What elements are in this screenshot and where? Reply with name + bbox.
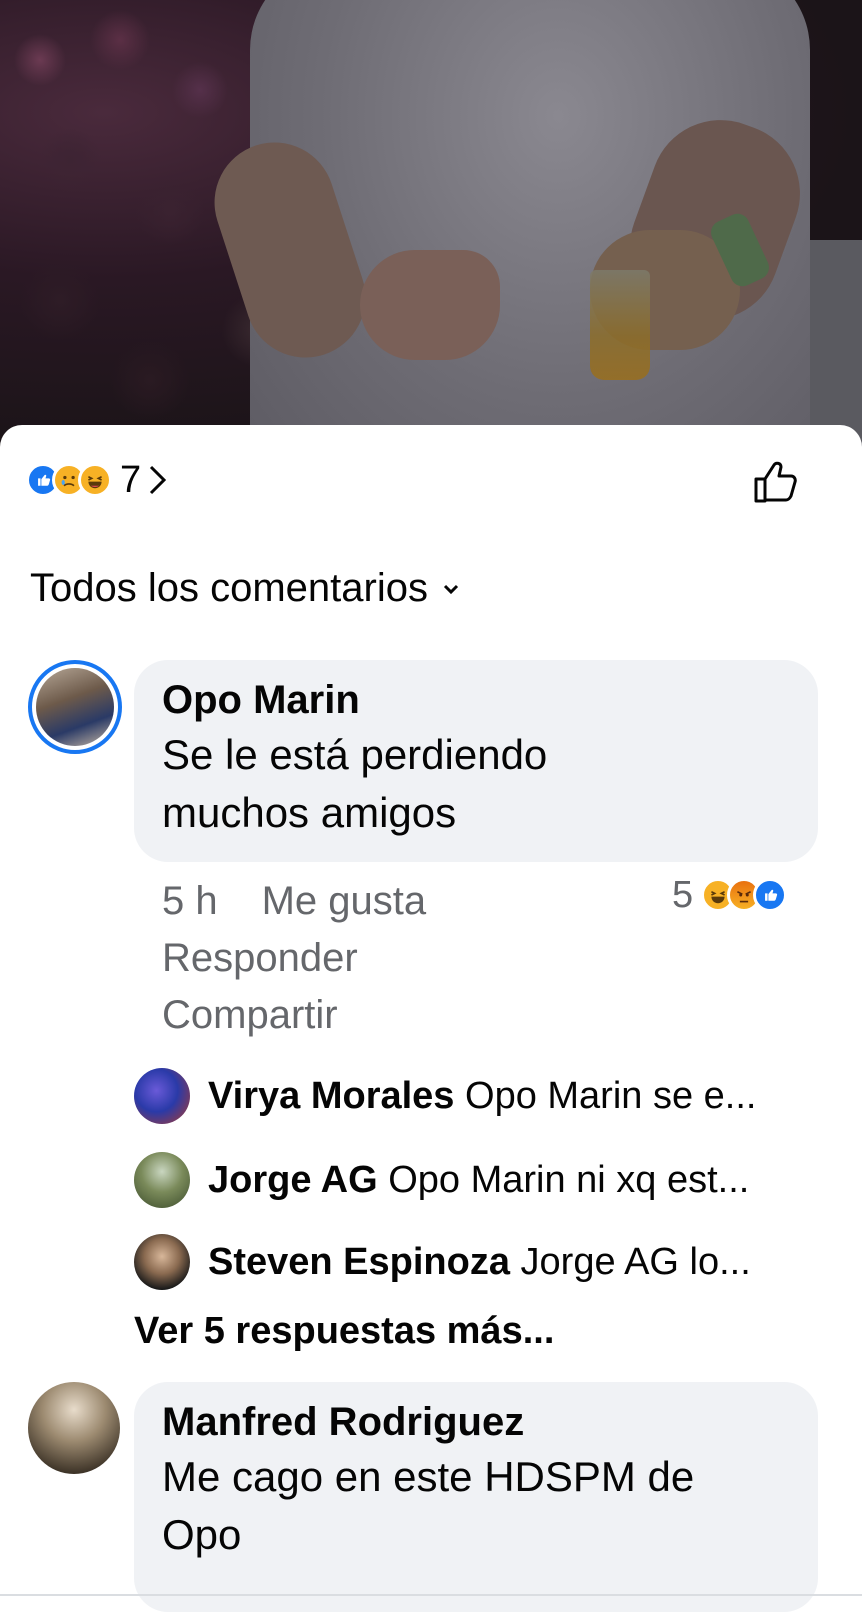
comment-bubble[interactable]: Manfred Rodriguez Me cago en este HDSPM … [134,1382,818,1612]
avatar-jorge-ag[interactable] [134,1152,190,1208]
comment-text-line: Se le está perdiendo [162,731,548,778]
reply-button[interactable]: Responder [162,930,470,987]
like-comment-button[interactable]: Me gusta [262,879,427,923]
reply-preview[interactable]: Steven Espinoza Jorge AG lo... [134,1234,824,1290]
comment-bubble[interactable]: Opo Marin Se le está perdiendo muchos am… [134,660,818,862]
person-left-hand [360,250,500,360]
reply-snippet: Jorge AG lo... [520,1240,751,1283]
avatar-virya-morales[interactable] [134,1068,190,1124]
reply-text: Steven Espinoza Jorge AG lo... [208,1241,814,1284]
comment-text-line: muchos amigos [162,789,457,836]
comment-author[interactable]: Opo Marin [162,674,790,726]
like-button-icon[interactable] [748,455,802,509]
reply-author[interactable]: Virya Morales [208,1075,454,1117]
drink-cup [590,270,650,380]
avatar-opo-marin[interactable] [28,660,122,754]
like-icon [753,878,788,912]
reply-text: Jorge AG Opo Marin ni xq est... [208,1159,814,1202]
haha-icon [78,463,112,497]
filter-label: Todos los comentarios [30,566,428,610]
reaction-icons [26,463,112,497]
comment-reaction-icons [701,878,788,912]
reactions-count: 7 [120,458,142,501]
avatar-steven-espinoza[interactable] [134,1234,190,1290]
reply-preview[interactable]: Virya Morales Opo Marin se e... [134,1068,824,1124]
reply-snippet: Opo Marin ni xq est... [388,1158,750,1201]
comment-author[interactable]: Manfred Rodriguez [162,1396,790,1448]
chevron-right-icon [150,465,167,495]
comment-text-line: Me cago en este HDSPM de [162,1453,695,1500]
chevron-down-icon [443,584,459,594]
reply-text: Virya Morales Opo Marin se e... [208,1075,814,1118]
reply-snippet: Opo Marin se e... [465,1074,757,1117]
post-photo[interactable] [0,0,862,450]
reactions-summary[interactable]: 7 [26,458,169,502]
reply-preview[interactable]: Jorge AG Opo Marin ni xq est... [134,1152,824,1208]
comment-text-line: Opo [162,1511,242,1558]
view-more-replies-link[interactable]: Ver 5 respuestas más... [134,1310,554,1353]
comment-reaction-count: 5 [672,873,694,916]
comment-time: 5 h [162,879,218,923]
comment-actions: 5 h Me gusta Responder Compartir [162,873,470,1044]
comment-reactions[interactable]: 5 [672,873,788,917]
reply-author[interactable]: Steven Espinoza [208,1241,510,1283]
reply-author[interactable]: Jorge AG [208,1159,378,1201]
share-button[interactable]: Compartir [162,987,470,1044]
avatar-manfred-rodriguez[interactable] [28,1382,120,1474]
avatar-image [36,668,114,746]
divider [0,1594,862,1596]
comments-filter-dropdown[interactable]: Todos los comentarios [30,566,460,611]
